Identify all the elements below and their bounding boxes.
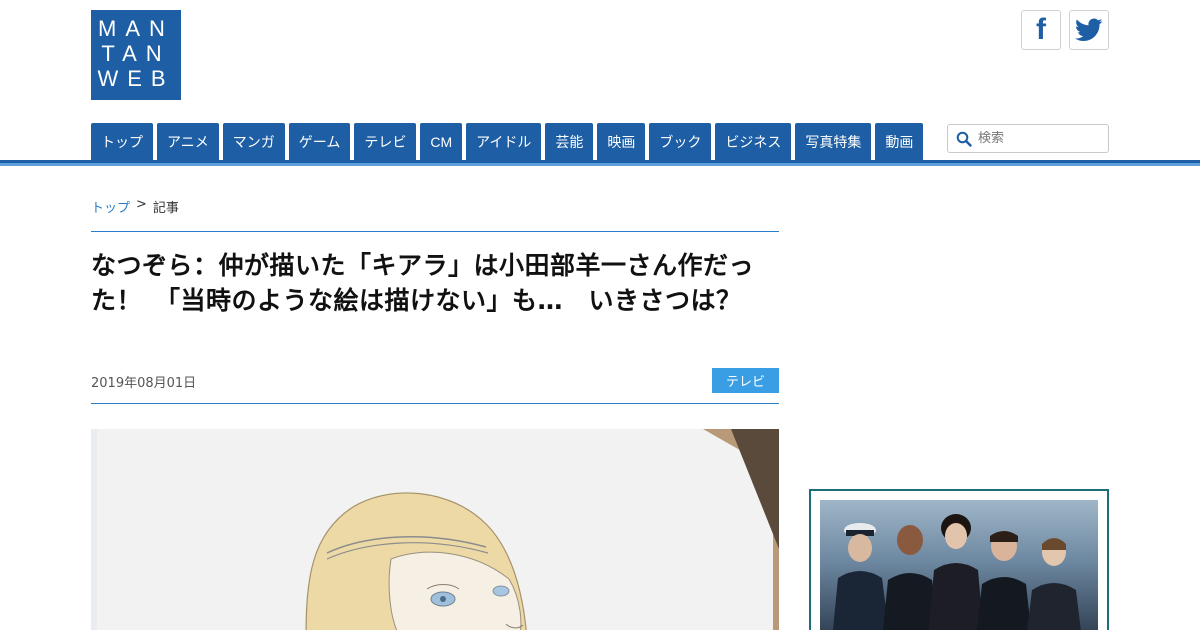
nav-item-idol[interactable]: アイドル (466, 123, 542, 160)
category-tag[interactable]: テレビ (712, 368, 779, 393)
nav-item-geino[interactable]: 芸能 (545, 123, 594, 160)
nav-item-tv[interactable]: テレビ (354, 123, 417, 160)
twitter-icon (1075, 18, 1103, 41)
article-illustration (91, 429, 779, 630)
site-logo[interactable]: MAN TAN WEB (91, 10, 181, 100)
search-icon (956, 131, 972, 147)
logo-line-3: WEB (97, 66, 175, 91)
nav-item-video[interactable]: 動画 (875, 123, 924, 160)
nav-item-game[interactable]: ゲーム (288, 123, 351, 160)
logo-line-1: MAN (98, 16, 174, 41)
nav-item-top[interactable]: トップ (91, 123, 153, 160)
nav-item-anime[interactable]: アニメ (157, 123, 219, 160)
breadcrumb-separator: > (136, 197, 147, 212)
nav-item-manga[interactable]: マンガ (222, 123, 285, 160)
nav-item-book[interactable]: ブック (649, 123, 712, 160)
twitter-button[interactable] (1069, 10, 1109, 50)
facebook-button[interactable]: f (1021, 10, 1061, 50)
search-box (947, 124, 1109, 153)
article-title: なつぞら：仲が描いた「キアラ」は小田部羊一さん作だった！ 「当時のような絵は描け… (91, 251, 755, 315)
sidebar-ad[interactable] (809, 489, 1109, 630)
nav-item-business[interactable]: ビジネス (715, 123, 792, 160)
nav-underline-light (0, 163, 1200, 166)
logo-line-2: TAN (101, 41, 171, 66)
article-image (91, 429, 779, 630)
nav-item-photo[interactable]: 写真特集 (795, 123, 872, 160)
divider-bottom (91, 403, 779, 404)
facebook-icon: f (1036, 13, 1046, 46)
breadcrumb-current: 記事 (152, 201, 179, 216)
breadcrumb: トップ > 記事 (91, 197, 179, 216)
nav-item-cm[interactable]: CM (420, 123, 463, 160)
ad-image (820, 500, 1098, 630)
nav-item-movie[interactable]: 映画 (597, 123, 646, 160)
breadcrumb-home[interactable]: トップ (91, 197, 130, 216)
article-date: 2019年08月01日 (91, 376, 197, 391)
search-input[interactable] (978, 131, 1098, 146)
ad-people-illustration (832, 514, 1081, 630)
main-nav: トップ アニメ マンガ ゲーム テレビ CM アイドル 芸能 映画 ブック ビジ… (91, 123, 924, 160)
divider-top (91, 231, 779, 232)
